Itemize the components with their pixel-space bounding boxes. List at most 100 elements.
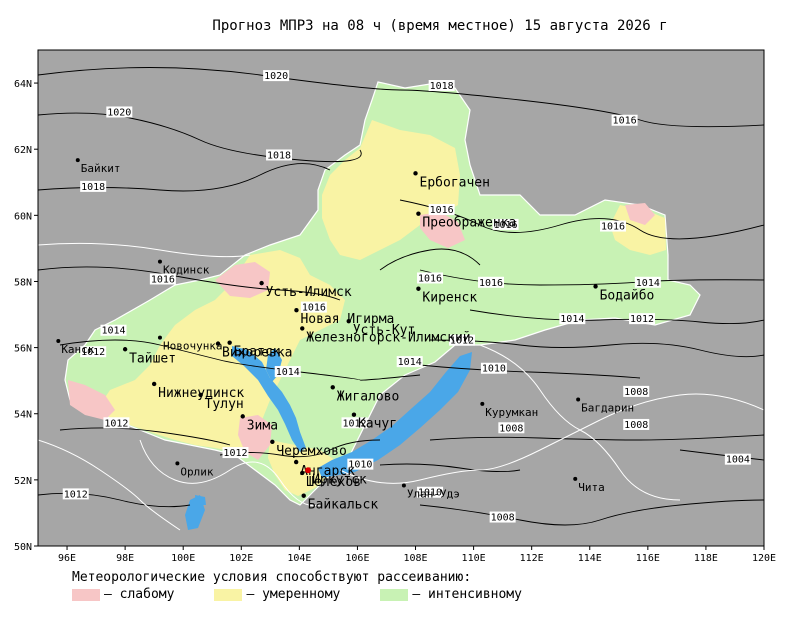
city-marker (294, 308, 299, 313)
isobar-label: 1018 (80, 180, 107, 193)
isobar-label-text: 1004 (726, 455, 750, 466)
legend-swatch-moderate (214, 588, 243, 601)
legend-item-weak: — слабому (72, 587, 174, 602)
city-label: Качуг (358, 417, 397, 432)
legend-row: — слабому — умеренному — интенсивному (72, 587, 562, 602)
lat-tick-label: 52N (14, 476, 32, 487)
isobar-label: 1012 (103, 417, 130, 429)
city-marker (346, 318, 351, 324)
isobar-label-text: 1020 (264, 71, 288, 82)
isobar-label-text: 1014 (560, 314, 584, 325)
isobar-label: 1012 (222, 447, 249, 459)
outer-city-label: Орлик (180, 465, 213, 478)
isobar-label: 1020 (263, 70, 290, 82)
weather-map: 64N 62N 60N 58N 56N 54N 52N 50N 96E 98E 100E 102E 10… (14, 49, 776, 564)
city-label: Тулун (205, 397, 244, 412)
isobar-label: 1016 (478, 276, 505, 289)
isobar-label-text: 1008 (624, 420, 648, 431)
outer-city-marker (157, 335, 162, 340)
isobar-label-text: 1008 (624, 387, 648, 398)
lat-tick-label: 64N (14, 79, 32, 90)
city-marker (270, 439, 275, 445)
lon-tick-label: 120E (752, 553, 776, 564)
outer-city-marker (175, 461, 180, 466)
isobar-label-text: 1014 (398, 357, 422, 368)
city-marker (300, 470, 305, 476)
isobar-label: 1016 (428, 204, 455, 216)
legend-label-weak: — слабому (104, 587, 175, 602)
city-marker (151, 381, 157, 387)
isobar-label: 1014 (100, 324, 127, 337)
lon-tick-label: 118E (694, 553, 718, 564)
city-marker (413, 171, 418, 176)
city-label: Вихоревка (222, 346, 292, 361)
city-marker (351, 412, 357, 417)
isobar-label: 1014 (634, 276, 661, 289)
outer-city-label: Чита (578, 481, 605, 494)
lat-tick-label: 56N (14, 344, 32, 355)
lon-tick-label: 112E (520, 553, 544, 564)
isobar-label: 1012 (62, 488, 89, 500)
lat-tick-label: 62N (14, 145, 32, 156)
outer-city-marker (75, 158, 80, 163)
legend-item-intensive: — интенсивному (380, 587, 522, 602)
lon-tick-label: 106E (345, 553, 369, 564)
lon-tick-label: 98E (116, 553, 134, 564)
city-marker (240, 414, 245, 419)
isobar-label: 1008 (498, 422, 525, 434)
lat-tick-label: 50N (14, 542, 32, 553)
city-label: Железногорск-Илимский (306, 330, 470, 345)
isobar-label-text: 1018 (81, 182, 105, 193)
lat-tick-label: 54N (14, 410, 32, 421)
isobar-label: 1008 (623, 418, 650, 431)
isobar-label-text: 1018 (430, 81, 454, 92)
outer-city-marker (573, 476, 578, 481)
outer-city-label: Улан-Удэ (407, 487, 460, 500)
city-label: Ербогачен (420, 175, 490, 190)
lon-tick-label: 110E (462, 553, 486, 564)
outer-city-marker (157, 259, 162, 264)
isobar-label-text: 1014 (101, 326, 125, 337)
city-label: Иркутск (312, 472, 367, 487)
lon-tick-label: 104E (287, 553, 311, 564)
isobar-label-text: 1018 (267, 150, 291, 161)
isobar-label: 1016 (417, 272, 444, 284)
isobar-label-text: 1016 (479, 278, 503, 289)
isobar-label-text: 1012 (104, 418, 128, 429)
isobar-label: 1018 (266, 149, 293, 161)
isobar-label-text: 1010 (482, 364, 506, 375)
lon-tick-label: 114E (578, 553, 602, 564)
city-marker (293, 459, 299, 465)
isobar-label-text: 1012 (64, 489, 88, 500)
isobar-label: 1008 (623, 385, 650, 398)
city-marker (330, 385, 335, 390)
legend: Метеорологические условия способствуют р… (72, 570, 562, 602)
lon-tick-label: 96E (58, 553, 76, 564)
isobar-label-text: 1016 (613, 116, 637, 127)
isobar-label: 1014 (559, 313, 586, 325)
outer-city-label: Кодинск (163, 264, 210, 277)
lon-tick-label: 108E (403, 553, 427, 564)
city-label: Бодайбо (600, 288, 655, 303)
city-marker (305, 467, 312, 474)
isobar-label: 1020 (106, 106, 133, 118)
isobar-label-text: 1014 (636, 278, 660, 289)
outer-city-label: Курумкан (485, 406, 538, 419)
city-label: Тайшет (129, 351, 176, 366)
isobar-label-text: 1014 (276, 367, 300, 378)
city-marker (259, 280, 264, 286)
legend-swatch-weak (72, 588, 100, 601)
isobar-label-text: 1008 (491, 513, 515, 524)
isobar-label: 1014 (396, 356, 423, 368)
outer-city-label: Багдарин (581, 402, 634, 415)
outer-city-marker (576, 397, 581, 402)
city-marker (198, 392, 203, 398)
isobar-label-text: 1016 (601, 222, 625, 233)
outer-city-marker (480, 401, 485, 406)
isobar-label: 1016 (611, 114, 638, 127)
isobar-label: 1016 (599, 220, 626, 233)
city-label: Байкальск (308, 498, 379, 513)
outer-city-marker (401, 483, 406, 488)
lat-tick-label: 58N (14, 277, 32, 288)
isobar-label: 1012 (629, 313, 656, 325)
